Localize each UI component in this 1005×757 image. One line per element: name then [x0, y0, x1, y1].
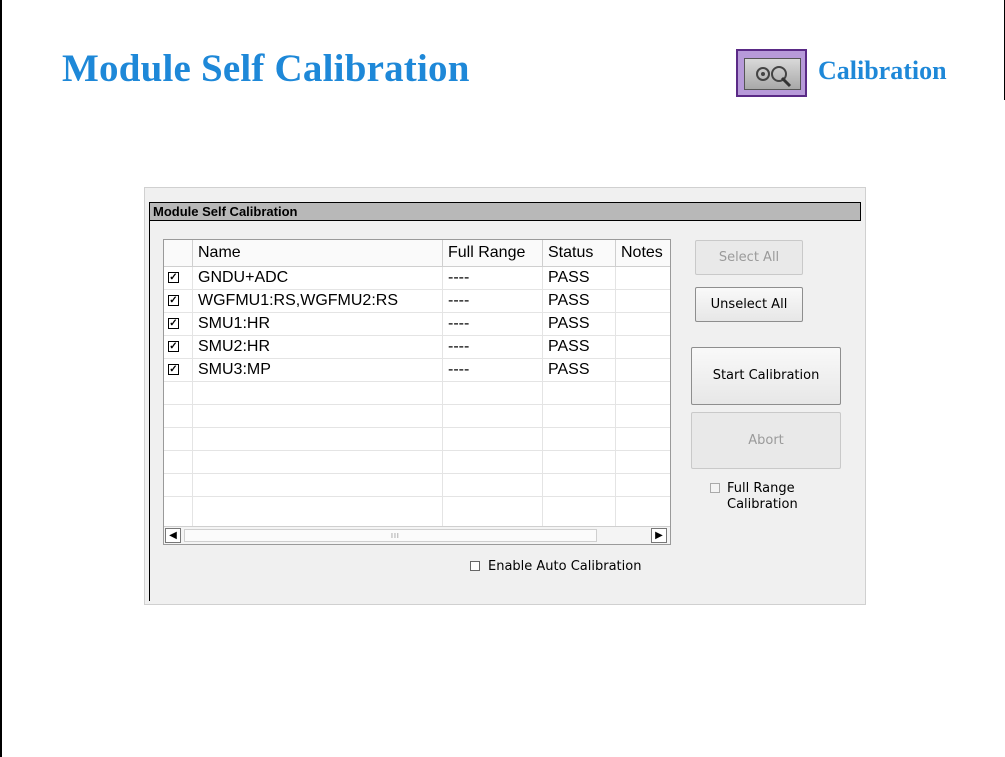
calibration-icon-button[interactable] — [736, 49, 807, 97]
row-checkbox[interactable]: ✓ — [168, 318, 179, 329]
full-range-calibration-checkbox[interactable] — [710, 483, 720, 493]
row-status: PASS — [543, 290, 616, 313]
row-name: GNDU+ADC — [193, 267, 443, 290]
col-header-check[interactable] — [164, 240, 193, 267]
dialog-titlebar: Module Self Calibration — [149, 202, 861, 221]
col-header-notes[interactable]: Notes — [616, 240, 670, 267]
dialog-left-edge — [149, 221, 150, 601]
module-table[interactable]: Name Full Range Status Notes ✓ GNDU+ADC … — [163, 239, 671, 545]
empty-table-row — [164, 474, 670, 497]
row-notes — [616, 290, 670, 313]
calibration-icon — [744, 58, 801, 90]
row-status: PASS — [543, 359, 616, 382]
select-all-button[interactable]: Select All — [695, 240, 803, 275]
row-full-range: ---- — [443, 336, 543, 359]
table-row[interactable]: ✓ SMU2:HR ---- PASS — [164, 336, 670, 359]
row-notes — [616, 336, 670, 359]
calibration-dialog: Module Self Calibration Name Full Range … — [144, 187, 866, 605]
scroll-grip: III — [391, 533, 400, 540]
table-row[interactable]: ✓ SMU1:HR ---- PASS — [164, 313, 670, 336]
table-row[interactable]: ✓ GNDU+ADC ---- PASS — [164, 267, 670, 290]
row-full-range: ---- — [443, 267, 543, 290]
horizontal-scrollbar[interactable]: ◀ III ▶ — [164, 526, 670, 544]
empty-table-row — [164, 497, 670, 528]
row-name: SMU3:MP — [193, 359, 443, 382]
empty-table-row — [164, 451, 670, 474]
empty-table-row — [164, 382, 670, 405]
row-full-range: ---- — [443, 313, 543, 336]
slide-title: Module Self Calibration — [62, 47, 470, 90]
row-status: PASS — [543, 313, 616, 336]
col-header-status[interactable]: Status — [543, 240, 616, 267]
row-checkbox[interactable]: ✓ — [168, 341, 179, 352]
row-status: PASS — [543, 336, 616, 359]
row-status: PASS — [543, 267, 616, 290]
row-checkbox[interactable]: ✓ — [168, 272, 179, 283]
full-range-label-line1: Full Range — [727, 481, 795, 496]
row-checkbox[interactable]: ✓ — [168, 364, 179, 375]
col-header-full-range[interactable]: Full Range — [443, 240, 543, 267]
row-full-range: ---- — [443, 359, 543, 382]
slide-left-border — [0, 0, 2, 757]
full-range-label-line2: Calibration — [727, 497, 798, 512]
dialog-title: Module Self Calibration — [153, 204, 298, 219]
row-name: SMU2:HR — [193, 336, 443, 359]
table-row[interactable]: ✓ SMU3:MP ---- PASS — [164, 359, 670, 382]
empty-table-row — [164, 405, 670, 428]
row-notes — [616, 267, 670, 290]
start-calibration-button[interactable]: Start Calibration — [691, 347, 841, 405]
table-row[interactable]: ✓ WGFMU1:RS,WGFMU2:RS ---- PASS — [164, 290, 670, 313]
abort-button[interactable]: Abort — [691, 412, 841, 469]
col-header-name[interactable]: Name — [193, 240, 443, 267]
calibration-label: Calibration — [818, 56, 947, 85]
row-name: SMU1:HR — [193, 313, 443, 336]
scroll-left-button[interactable]: ◀ — [165, 528, 181, 543]
empty-table-row — [164, 428, 670, 451]
row-notes — [616, 359, 670, 382]
row-name: WGFMU1:RS,WGFMU2:RS — [193, 290, 443, 313]
row-notes — [616, 313, 670, 336]
row-full-range: ---- — [443, 290, 543, 313]
unselect-all-button[interactable]: Unselect All — [695, 287, 803, 322]
row-checkbox[interactable]: ✓ — [168, 295, 179, 306]
enable-auto-calibration-label: Enable Auto Calibration — [488, 559, 642, 574]
scroll-right-button[interactable]: ▶ — [651, 528, 667, 543]
scroll-thumb[interactable]: III — [184, 529, 597, 542]
enable-auto-calibration-checkbox[interactable] — [470, 561, 480, 571]
